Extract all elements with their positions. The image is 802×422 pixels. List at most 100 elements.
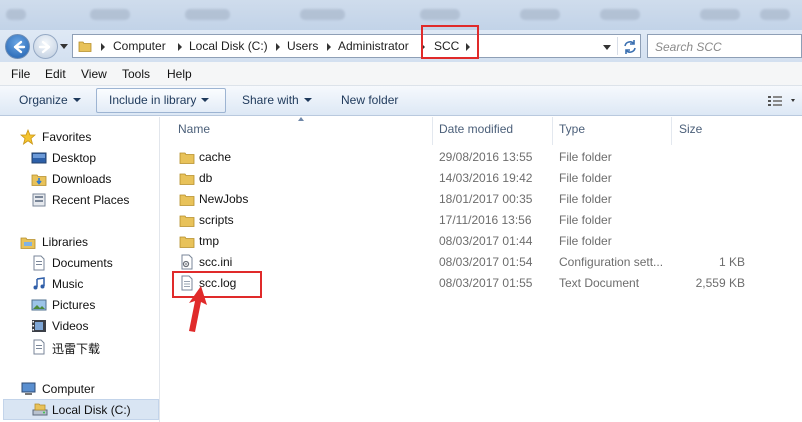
menu-view[interactable]: View xyxy=(81,67,107,81)
file-date: 08/03/2017 01:44 xyxy=(439,234,533,248)
sort-ascending-icon xyxy=(298,117,304,121)
change-view-button[interactable] xyxy=(767,94,797,111)
menu-bar: File Edit View Tools Help xyxy=(0,62,802,86)
menu-edit[interactable]: Edit xyxy=(45,67,66,81)
computer-icon xyxy=(21,382,36,395)
downloads-folder-icon xyxy=(31,174,47,186)
chevron-down-icon xyxy=(72,98,81,102)
file-type: File folder xyxy=(559,171,612,185)
nav-local-disk[interactable]: Local Disk (C:) xyxy=(3,399,159,420)
recent-places-icon xyxy=(32,193,46,207)
file-name: tmp xyxy=(199,234,220,248)
crumb-users[interactable]: Users xyxy=(287,39,318,53)
desktop-icon xyxy=(31,152,47,164)
nav-xunlei-downloads[interactable]: 迅雷下载 xyxy=(0,337,160,357)
nav-music[interactable]: Music xyxy=(0,274,160,294)
address-dropdown[interactable] xyxy=(603,45,611,50)
new-folder-button[interactable]: New folder xyxy=(341,93,398,107)
menu-tools[interactable]: Tools xyxy=(122,67,150,81)
file-size: 2,559 KB xyxy=(695,276,745,290)
arrow-left-icon xyxy=(13,40,26,54)
window-title-strip xyxy=(0,0,802,30)
videos-icon xyxy=(32,320,46,332)
file-row-db[interactable]: db 14/03/2016 19:42 File folder xyxy=(161,168,802,189)
menu-help[interactable]: Help xyxy=(167,67,192,81)
column-header-name[interactable]: Name xyxy=(178,122,210,136)
pictures-icon xyxy=(31,299,47,311)
nav-favorites-label: Favorites xyxy=(42,130,92,144)
annotation-arrow-icon xyxy=(189,286,207,332)
nav-recent-places[interactable]: Recent Places xyxy=(0,190,160,210)
file-type: File folder xyxy=(559,192,612,206)
organize-button[interactable]: Organize xyxy=(19,93,81,107)
file-date: 17/11/2016 13:56 xyxy=(439,213,532,227)
file-row-tmp[interactable]: tmp 08/03/2017 01:44 File folder xyxy=(161,231,802,252)
file-type: File folder xyxy=(559,213,612,227)
file-date: 08/03/2017 01:55 xyxy=(439,276,533,290)
column-header-date[interactable]: Date modified xyxy=(439,122,513,136)
address-bar[interactable]: Computer Local Disk (C:) Users Administr… xyxy=(72,34,641,58)
back-button[interactable] xyxy=(5,34,30,59)
nav-downloads-label: Downloads xyxy=(52,172,112,186)
nav-videos[interactable]: Videos xyxy=(0,316,160,336)
column-header-type[interactable]: Type xyxy=(559,122,585,136)
file-row-scc-ini[interactable]: scc.ini 08/03/2017 01:54 Configuration s… xyxy=(161,252,802,273)
document-icon xyxy=(33,339,45,355)
share-label: Share with xyxy=(242,93,299,107)
file-name: scripts xyxy=(199,213,234,227)
column-divider[interactable] xyxy=(432,117,433,145)
nav-computer[interactable]: Computer xyxy=(0,379,160,399)
file-row-newjobs[interactable]: NewJobs 18/01/2017 00:35 File folder xyxy=(161,189,802,210)
file-date: 14/03/2016 19:42 xyxy=(439,171,533,185)
annotation-highlight-scc-crumb xyxy=(421,25,479,59)
recent-pages-dropdown[interactable] xyxy=(60,44,68,49)
local-disk-icon xyxy=(32,403,48,416)
folder-icon xyxy=(179,152,195,164)
refresh-button[interactable] xyxy=(617,37,639,55)
column-divider[interactable] xyxy=(671,117,672,145)
file-type: File folder xyxy=(559,234,612,248)
file-row-cache[interactable]: cache 29/08/2016 13:55 File folder xyxy=(161,147,802,168)
file-type: Configuration sett... xyxy=(559,255,664,269)
folder-icon xyxy=(179,236,195,248)
share-with-button[interactable]: Share with xyxy=(242,93,312,107)
nav-pictures-label: Pictures xyxy=(52,298,96,312)
crumb-administrator[interactable]: Administrator xyxy=(338,39,409,53)
nav-favorites[interactable]: Favorites xyxy=(0,127,160,147)
nav-videos-label: Videos xyxy=(52,319,89,333)
nav-desktop[interactable]: Desktop xyxy=(0,148,160,168)
nav-recent-places-label: Recent Places xyxy=(52,193,130,207)
nav-documents-label: Documents xyxy=(52,256,113,270)
star-icon xyxy=(20,129,36,145)
search-placeholder: Search SCC xyxy=(655,40,722,54)
file-name: cache xyxy=(199,150,232,164)
file-row-scripts[interactable]: scripts 17/11/2016 13:56 File folder xyxy=(161,210,802,231)
nav-pictures[interactable]: Pictures xyxy=(0,295,160,315)
file-date: 18/01/2017 00:35 xyxy=(439,192,533,206)
nav-libraries[interactable]: Libraries xyxy=(0,232,160,252)
libraries-icon xyxy=(20,237,36,249)
file-name: scc.ini xyxy=(199,255,233,269)
menu-file[interactable]: File xyxy=(11,67,30,81)
forward-button[interactable] xyxy=(33,34,58,59)
chevron-right-icon xyxy=(101,43,105,51)
column-header-size[interactable]: Size xyxy=(679,122,702,136)
search-input[interactable]: Search SCC xyxy=(647,34,802,58)
view-details-icon xyxy=(768,96,795,106)
nav-documents[interactable]: Documents xyxy=(0,253,160,273)
nav-music-label: Music xyxy=(52,277,84,291)
crumb-local-disk[interactable]: Local Disk (C:) xyxy=(189,39,268,53)
file-name: NewJobs xyxy=(199,192,249,206)
file-size: 1 KB xyxy=(718,255,745,269)
chevron-down-icon xyxy=(201,98,210,102)
refresh-icon xyxy=(624,40,636,54)
chevron-right-icon xyxy=(178,43,182,51)
nav-xunlei-label: 迅雷下载 xyxy=(52,342,101,356)
crumb-computer[interactable]: Computer xyxy=(113,39,166,53)
chevron-right-icon xyxy=(327,43,331,51)
file-type: File folder xyxy=(559,150,612,164)
nav-downloads[interactable]: Downloads xyxy=(0,169,160,189)
include-in-library-button[interactable]: Include in library xyxy=(109,93,210,107)
column-divider[interactable] xyxy=(552,117,553,145)
file-name: db xyxy=(199,171,213,185)
